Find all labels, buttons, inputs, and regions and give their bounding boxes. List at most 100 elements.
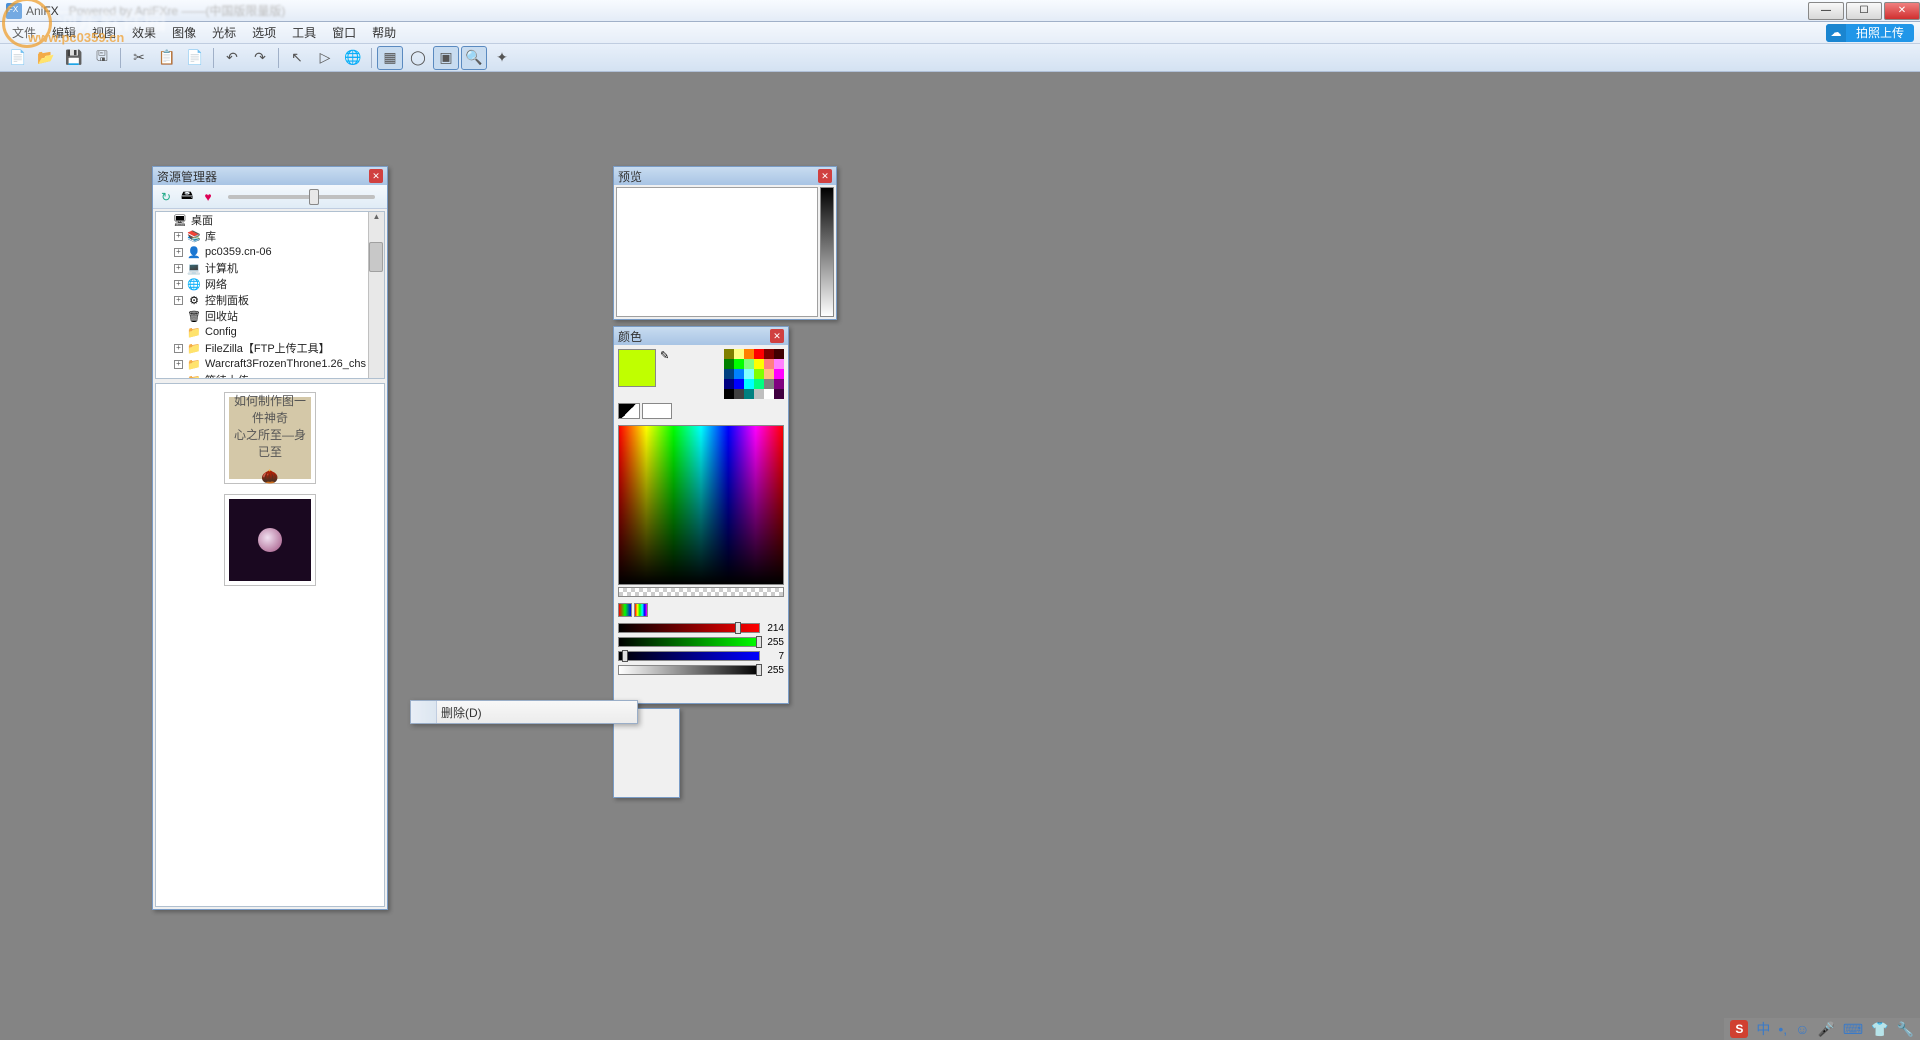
cut-button[interactable]: ✂ (126, 46, 152, 70)
wand-tool-button[interactable]: ✦ (489, 46, 515, 70)
swap-colors-icon[interactable] (618, 403, 640, 419)
slider-thumb[interactable] (309, 189, 319, 205)
palette-swatch[interactable] (744, 359, 754, 369)
open-file-button[interactable]: 📂 (33, 46, 59, 70)
green-slider[interactable] (618, 637, 760, 647)
palette-swatch[interactable] (774, 379, 784, 389)
tree-item[interactable]: +⚙控制面板 (156, 292, 384, 308)
palette-swatch[interactable] (754, 349, 764, 359)
close-icon[interactable]: ✕ (369, 169, 383, 183)
play-button[interactable]: ▷ (312, 46, 338, 70)
ime-skin-icon[interactable]: 👕 (1871, 1021, 1888, 1038)
select-tool-button[interactable]: ▦ (377, 46, 403, 70)
palette-swatch[interactable] (724, 379, 734, 389)
eyedropper-icon[interactable]: ✎ (660, 349, 674, 363)
menu-image[interactable]: 图像 (164, 22, 204, 43)
palette-swatch[interactable] (754, 369, 764, 379)
palette-swatch[interactable] (754, 389, 764, 399)
undo-button[interactable]: ↶ (219, 46, 245, 70)
color-palette[interactable] (724, 349, 784, 399)
tree-item[interactable]: +🌐网络 (156, 276, 384, 292)
palette-swatch[interactable] (764, 369, 774, 379)
close-icon[interactable]: ✕ (818, 169, 832, 183)
menu-item-delete[interactable]: 删除(D) (411, 701, 637, 723)
menu-help[interactable]: 帮助 (364, 22, 404, 43)
tree-item[interactable]: +📁FileZilla【FTP上传工具】 (156, 340, 384, 356)
blue-slider[interactable] (618, 651, 760, 661)
palette-swatch[interactable] (734, 369, 744, 379)
tree-item[interactable]: +📁Warcraft3FrozenThrone1.26_chs (156, 356, 384, 372)
palette-swatch[interactable] (764, 349, 774, 359)
sogou-ime-icon[interactable]: S (1730, 1020, 1748, 1038)
close-button[interactable]: ✕ (1884, 2, 1920, 20)
scrollbar[interactable]: ▲ (368, 212, 384, 378)
palette-swatch[interactable] (774, 389, 784, 399)
palette-swatch[interactable] (764, 379, 774, 389)
palette-swatch[interactable] (754, 379, 764, 389)
color-field[interactable] (618, 425, 784, 585)
paste-button[interactable]: 📄 (182, 46, 208, 70)
maximize-button[interactable]: ☐ (1846, 2, 1882, 20)
disk-icon[interactable]: 🖴 (178, 188, 196, 206)
red-slider[interactable] (618, 623, 760, 633)
ime-emoji-icon[interactable]: ☺ (1795, 1021, 1809, 1037)
palette-swatch[interactable] (744, 389, 754, 399)
menu-view[interactable]: 视图 (84, 22, 124, 43)
tree-item[interactable]: +👤pc0359.cn-06 (156, 244, 384, 260)
palette-swatch[interactable] (774, 369, 784, 379)
palette-swatch[interactable] (734, 389, 744, 399)
save-file-button[interactable]: 💾 (61, 46, 87, 70)
refresh-icon[interactable]: ↻ (157, 188, 175, 206)
expand-icon[interactable]: + (174, 280, 183, 289)
close-icon[interactable]: ✕ (770, 329, 784, 343)
palette-swatch[interactable] (724, 359, 734, 369)
ime-keyboard-icon[interactable]: ⌨ (1843, 1021, 1863, 1038)
palette-swatch[interactable] (754, 359, 764, 369)
tree-item[interactable]: 🖥桌面 (156, 212, 384, 228)
menu-file[interactable]: 文件 (4, 22, 44, 43)
palette-swatch[interactable] (764, 389, 774, 399)
menu-cursor[interactable]: 光标 (204, 22, 244, 43)
thumbnail-item[interactable]: 如何制作图一件神奇 心之所至—身已至 🌰 (224, 392, 316, 484)
tree-item[interactable]: 📁等待上传 (156, 372, 384, 379)
alpha-strip[interactable] (618, 587, 784, 597)
expand-icon[interactable]: + (174, 232, 183, 241)
panel-header[interactable]: 颜色 ✕ (614, 327, 788, 345)
palette-swatch[interactable] (734, 359, 744, 369)
ime-mic-icon[interactable]: 🎤 (1817, 1021, 1834, 1038)
background-color-swatch[interactable] (642, 403, 672, 419)
floppy-button[interactable]: 🖫 (89, 46, 115, 70)
new-file-button[interactable]: 📄 (5, 46, 31, 70)
alpha-slider[interactable] (618, 665, 760, 675)
scrollbar-thumb[interactable] (369, 242, 383, 272)
rgb-mode-icon[interactable] (618, 603, 632, 617)
thumb-size-slider[interactable] (228, 195, 375, 199)
redo-button[interactable]: ↷ (247, 46, 273, 70)
heart-icon[interactable]: ♥ (199, 188, 217, 206)
palette-swatch[interactable] (724, 369, 734, 379)
upload-button[interactable]: ☁ 拍照上传 (1826, 24, 1914, 42)
menu-edit[interactable]: 编辑 (44, 22, 84, 43)
palette-swatch[interactable] (734, 349, 744, 359)
pointer-button[interactable]: ↖ (284, 46, 310, 70)
ime-punct-icon[interactable]: •, (1778, 1021, 1787, 1037)
menu-effects[interactable]: 效果 (124, 22, 164, 43)
expand-icon[interactable]: + (174, 360, 183, 369)
tree-item[interactable]: 📁Config (156, 324, 384, 340)
foreground-color-swatch[interactable] (618, 349, 656, 387)
expand-icon[interactable]: + (174, 264, 183, 273)
folder-tree[interactable]: 🖥桌面+📚库+👤pc0359.cn-06+💻计算机+🌐网络+⚙控制面板🗑回收站📁… (155, 211, 385, 379)
menu-options[interactable]: 选项 (244, 22, 284, 43)
ime-cn-icon[interactable]: 中 (1756, 1019, 1770, 1039)
tree-item[interactable]: +📚库 (156, 228, 384, 244)
ime-settings-icon[interactable]: 🔧 (1897, 1021, 1914, 1038)
panel-header[interactable]: 预览 ✕ (614, 167, 836, 185)
palette-swatch[interactable] (744, 369, 754, 379)
palette-swatch[interactable] (744, 349, 754, 359)
palette-swatch[interactable] (744, 379, 754, 389)
lasso-tool-button[interactable]: ◯ (405, 46, 431, 70)
hsv-mode-icon[interactable] (634, 603, 648, 617)
palette-swatch[interactable] (764, 359, 774, 369)
crop-tool-button[interactable]: ▣ (433, 46, 459, 70)
thumbnail-item[interactable] (224, 494, 316, 586)
